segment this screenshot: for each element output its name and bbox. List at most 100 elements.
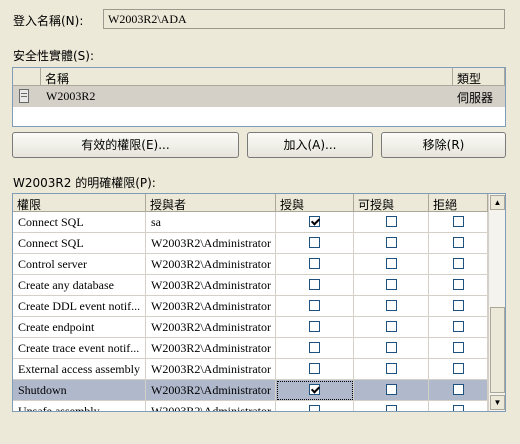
permissions-grid[interactable]: 權限 授與者 授與 可授與 拒絕 Connect SQL sa Connect SQ… [12,193,506,412]
grant-checkbox[interactable] [309,258,320,269]
with-grant-checkbox[interactable] [386,321,397,332]
deny-checkbox[interactable] [453,342,464,353]
grant-cell [276,317,354,338]
grantor-cell: W2003R2\Administrator [146,401,276,411]
permission-cell: Connect SQL [13,233,146,254]
grant-checkbox[interactable] [309,300,320,311]
deny-checkbox[interactable] [453,258,464,269]
permission-cell: Create any database [13,275,146,296]
deny-checkbox[interactable] [453,384,464,395]
grant-cell [276,212,354,233]
grantor-cell: W2003R2\Administrator [146,359,276,380]
grantor-cell: sa [146,212,276,233]
with-grant-checkbox[interactable] [386,279,397,290]
login-name-field: W2003R2\ADA [103,9,505,29]
with-grant-checkbox[interactable] [386,405,397,411]
securables-header-icon [13,68,41,86]
table-row[interactable]: Create endpoint W2003R2\Administrator [13,317,489,338]
deny-checkbox[interactable] [453,321,464,332]
securables-list[interactable]: 名稱 類型 W2003R2 伺服器 [12,67,506,127]
grant-checkbox[interactable] [309,384,320,395]
deny-checkbox[interactable] [453,363,464,374]
table-row[interactable]: Unsafe assembly W2003R2\Administrator [13,401,489,411]
deny-cell [429,338,488,359]
table-row[interactable]: External access assembly W2003R2\Administ… [13,359,489,380]
grantor-cell: W2003R2\Administrator [146,338,276,359]
grantor-cell: W2003R2\Administrator [146,275,276,296]
table-row[interactable]: Connect SQL W2003R2\Administrator [13,233,489,254]
grantor-cell: W2003R2\Administrator [146,233,276,254]
grantor-cell: W2003R2\Administrator [146,296,276,317]
with-grant-checkbox[interactable] [386,300,397,311]
add-button[interactable]: 加入(A)... [247,132,373,158]
grantor-cell: W2003R2\Administrator [146,317,276,338]
deny-checkbox[interactable] [453,279,464,290]
securable-row[interactable]: W2003R2 伺服器 [13,86,505,107]
grant-checkbox[interactable] [309,216,320,227]
grant-cell [276,401,354,411]
permission-cell: Create DDL event notif... [13,296,146,317]
permissions-label: W2003R2 的明確權限(P): [13,176,156,190]
securables-label: 安全性實體(S): [13,49,95,63]
with-grant-checkbox[interactable] [386,384,397,395]
with-grant-cell [354,233,429,254]
effective-permissions-button[interactable]: 有效的權限(E)... [12,132,239,158]
grant-checkbox[interactable] [309,279,320,290]
table-row[interactable]: Control server W2003R2\Administrator [13,254,489,275]
deny-cell [429,359,488,380]
deny-checkbox[interactable] [453,300,464,311]
scroll-down-button[interactable]: ▼ [490,395,505,410]
grant-cell [276,233,354,254]
permission-cell: Create endpoint [13,317,146,338]
header-deny[interactable]: 拒絕 [429,194,488,212]
with-grant-cell [354,338,429,359]
header-with-grant[interactable]: 可授與 [354,194,429,212]
remove-button[interactable]: 移除(R) [381,132,506,158]
with-grant-cell [354,317,429,338]
permission-cell: Control server [13,254,146,275]
grant-checkbox[interactable] [309,363,320,374]
header-permission[interactable]: 權限 [13,194,146,212]
deny-cell [429,254,488,275]
with-grant-checkbox[interactable] [386,363,397,374]
with-grant-checkbox[interactable] [386,342,397,353]
with-grant-checkbox[interactable] [386,237,397,248]
grantor-cell: W2003R2\Administrator [146,380,276,401]
scroll-thumb[interactable] [490,307,505,393]
with-grant-cell [354,401,429,411]
table-row[interactable]: Shutdown W2003R2\Administrator [13,380,489,401]
grant-checkbox[interactable] [309,237,320,248]
table-row[interactable]: Create DDL event notif... W2003R2\Adminis… [13,296,489,317]
grantor-cell: W2003R2\Administrator [146,254,276,275]
table-row[interactable]: Create any database W2003R2\Administrator [13,275,489,296]
grant-checkbox[interactable] [309,405,320,411]
scroll-up-button[interactable]: ▲ [490,195,505,210]
with-grant-cell [354,275,429,296]
table-row[interactable]: Connect SQL sa [13,212,489,233]
permission-cell: External access assembly [13,359,146,380]
securables-header-name[interactable]: 名稱 [41,68,453,86]
with-grant-cell [354,254,429,275]
permissions-scrollbar[interactable]: ▲ ▼ [488,194,505,411]
permission-cell: Shutdown [13,380,146,401]
table-row[interactable]: Create trace event notif... W2003R2\Admin… [13,338,489,359]
deny-cell [429,212,488,233]
deny-checkbox[interactable] [453,216,464,227]
securables-header-type[interactable]: 類型 [453,68,505,86]
login-name-label: 登入名稱(N): [13,14,84,28]
header-grant[interactable]: 授與 [276,194,354,212]
deny-checkbox[interactable] [453,237,464,248]
with-grant-checkbox[interactable] [386,258,397,269]
permission-cell: Unsafe assembly [13,401,146,411]
header-grantor[interactable]: 授與者 [146,194,276,212]
grant-cell [276,254,354,275]
grant-checkbox[interactable] [309,342,320,353]
grant-cell [276,359,354,380]
grant-checkbox[interactable] [309,321,320,332]
deny-cell [429,317,488,338]
server-icon [19,89,29,103]
deny-checkbox[interactable] [453,405,464,411]
with-grant-cell [354,296,429,317]
permission-cell: Connect SQL [13,212,146,233]
with-grant-checkbox[interactable] [386,216,397,227]
